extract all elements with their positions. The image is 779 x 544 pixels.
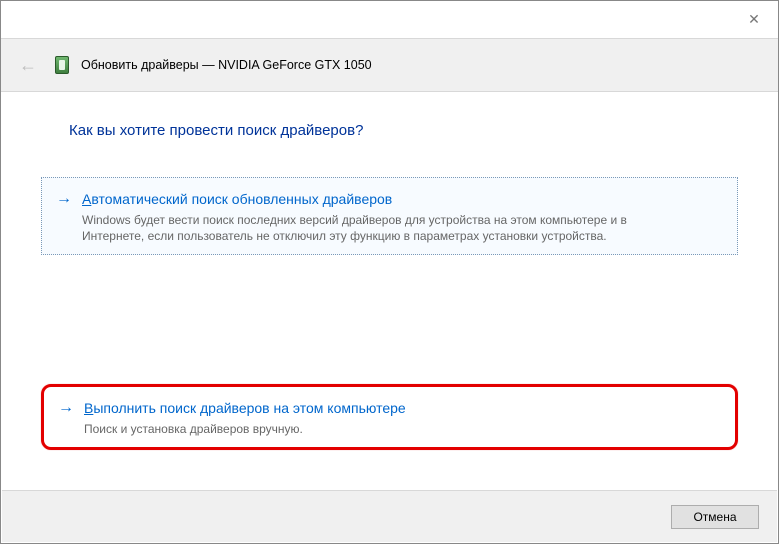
titlebar: ✕: [1, 1, 778, 38]
option-auto-title: Автоматический поиск обновленных драйвер…: [82, 188, 723, 210]
header-title: Обновить драйверы — NVIDIA GeForce GTX 1…: [81, 58, 372, 72]
option-manual-search[interactable]: → Выполнить поиск драйверов на этом комп…: [41, 384, 738, 450]
option-manual-body: Выполнить поиск драйверов на этом компью…: [84, 397, 721, 437]
wizard-header: ← Обновить драйверы — NVIDIA GeForce GTX…: [1, 38, 778, 92]
device-icon: [55, 56, 69, 74]
footer-bar: Отмена: [2, 490, 777, 542]
cancel-button[interactable]: Отмена: [671, 505, 759, 529]
option-auto-desc: Windows будет вести поиск последних верс…: [82, 212, 642, 244]
arrow-right-icon: →: [58, 397, 74, 419]
back-arrow-icon: ←: [13, 51, 43, 80]
spacer: [41, 269, 738, 384]
question-heading: Как вы хотите провести поиск драйверов?: [69, 122, 738, 139]
option-manual-title: Выполнить поиск драйверов на этом компью…: [84, 397, 721, 419]
option-auto-search[interactable]: → Автоматический поиск обновленных драйв…: [41, 177, 738, 255]
content-area: Как вы хотите провести поиск драйверов? …: [1, 92, 778, 450]
close-icon: ✕: [748, 11, 760, 28]
option-auto-body: Автоматический поиск обновленных драйвер…: [82, 188, 723, 244]
option-manual-desc: Поиск и установка драйверов вручную.: [84, 421, 644, 437]
close-button[interactable]: ✕: [730, 1, 778, 38]
arrow-right-icon: →: [56, 188, 72, 210]
